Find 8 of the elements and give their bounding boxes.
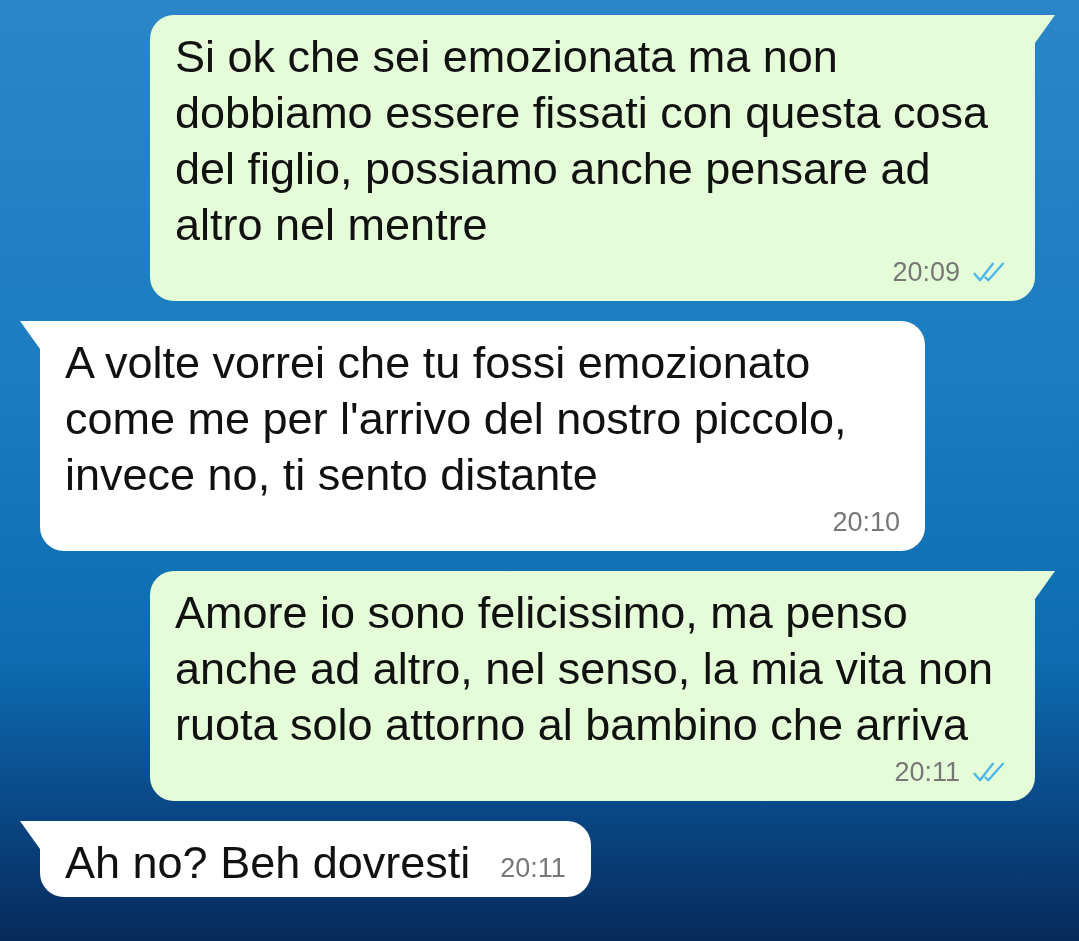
message-time: 20:11 bbox=[894, 756, 960, 789]
message-time: 20:09 bbox=[892, 256, 960, 289]
message-text: Amore io sono felicissimo, ma penso anche ad altro, nel senso, la mia vita non ruota solo attorno al bambino che arriva bbox=[175, 586, 994, 752]
message-time: 20:10 bbox=[832, 506, 900, 539]
message-text: Ah no? Beh dovresti bbox=[65, 836, 471, 890]
message-time: 20:11 bbox=[500, 852, 566, 885]
message-text: Si ok che sei emozionata ma non dobbiamo essere fissati con questa cosa del figlio, possiamo anche pensare ad altro nel mentre bbox=[175, 30, 989, 252]
message-text: A volte vorrei che tu fossi emozionato come me per l'arrivo del nostro piccolo, invece no, ti sento distante bbox=[65, 336, 848, 502]
